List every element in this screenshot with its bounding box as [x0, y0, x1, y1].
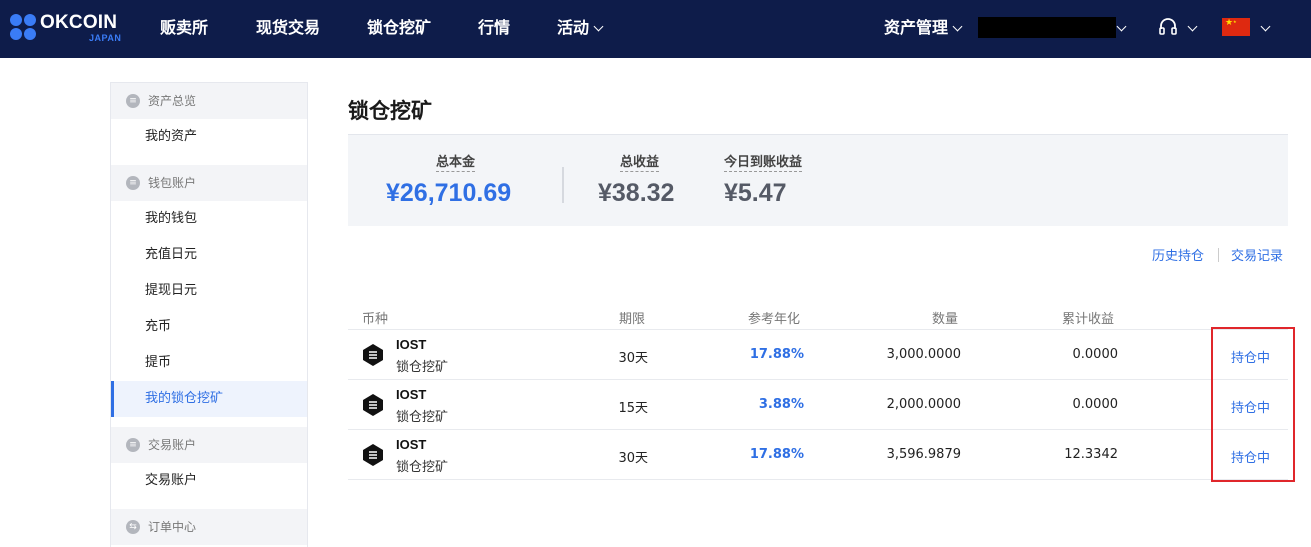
- total-principal-value: ¥26,710.69: [386, 179, 512, 207]
- apy-cell: 3.88%: [758, 397, 804, 412]
- earnings-cell: 12.3342: [1064, 447, 1118, 462]
- total-earnings-value: ¥38.32: [598, 179, 675, 207]
- logo-dots-icon: [10, 14, 38, 42]
- earnings-cell: 0.0000: [1072, 347, 1119, 362]
- amount-cell: 3,000.0000: [886, 347, 961, 362]
- product-name: 锁仓挖矿: [396, 460, 449, 475]
- account-sidebar: ≡ 资产总览 我的资产 ≡ 钱包账户 我的钱包 充值日元 提现日元 充币 提币 …: [110, 82, 308, 547]
- headset-icon[interactable]: [1158, 17, 1178, 37]
- sidebar-group-title: 钱包账户: [148, 176, 197, 190]
- sidebar-item-my-wallet[interactable]: 我的钱包: [111, 201, 307, 237]
- table-divider: [348, 479, 1288, 480]
- table-divider: [348, 329, 1288, 330]
- apy-cell: 17.88%: [749, 447, 804, 462]
- sidebar-item-trading-account[interactable]: 交易账户: [111, 463, 307, 499]
- nav-spot-trading[interactable]: 现货交易: [256, 16, 320, 40]
- earnings-cell: 0.0000: [1072, 397, 1119, 412]
- sidebar-group-title: 订单中心: [148, 520, 197, 534]
- term-cell: 30天: [618, 451, 648, 466]
- coin-name: IOST: [396, 437, 427, 452]
- chevron-down-icon: [1116, 21, 1127, 32]
- sidebar-group-orders: ⇆ 订单中心: [111, 509, 307, 545]
- column-header-apy: 参考年化: [748, 312, 801, 327]
- column-header-cumulative-earnings: 累计收益: [1062, 312, 1115, 327]
- top-navigation-bar: OKCOIN JAPAN 贩卖所 现货交易 锁仓挖矿 行情 活动 资产管理 ★ ★: [0, 0, 1311, 58]
- sidebar-item-deposit-jpy[interactable]: 充值日元: [111, 237, 307, 273]
- product-name: 锁仓挖矿: [396, 410, 449, 425]
- chevron-down-icon: [1187, 21, 1198, 32]
- account-dropdown[interactable]: [1112, 16, 1127, 40]
- column-header-term: 期限: [619, 312, 646, 327]
- sidebar-item-my-assets[interactable]: 我的资产: [111, 119, 307, 155]
- sidebar-item-my-lock-mining[interactable]: 我的锁仓挖矿: [111, 381, 307, 417]
- status-highlight-box: [1211, 327, 1295, 482]
- nav-asset-management[interactable]: 资产管理: [884, 16, 963, 40]
- language-dropdown[interactable]: [1256, 16, 1271, 40]
- sidebar-group-trading: ≡ 交易账户: [111, 427, 307, 463]
- nav-sales[interactable]: 贩卖所: [160, 16, 208, 40]
- coin-name: IOST: [396, 387, 427, 402]
- summary-divider: [562, 167, 564, 203]
- sidebar-group-wallet: ≡ 钱包账户: [111, 165, 307, 201]
- transaction-records-link[interactable]: 交易记录: [1231, 245, 1283, 264]
- column-header-amount: 数量: [932, 312, 959, 327]
- term-cell: 30天: [618, 351, 648, 366]
- product-name: 锁仓挖矿: [396, 360, 449, 375]
- sidebar-item-withdraw-jpy[interactable]: 提现日元: [111, 273, 307, 309]
- okcoin-logo[interactable]: OKCOIN JAPAN: [10, 12, 122, 46]
- china-flag-icon[interactable]: ★ ★: [1222, 18, 1250, 36]
- chevron-down-icon: [593, 21, 604, 32]
- sidebar-group-title: 资产总览: [148, 94, 197, 108]
- table-divider: [348, 379, 1288, 380]
- sidebar-item-deposit-crypto[interactable]: 充币: [111, 309, 307, 345]
- today-earnings-value: ¥5.47: [724, 179, 787, 207]
- amount-cell: 2,000.0000: [886, 397, 961, 412]
- nav-activities-label: 活动: [557, 18, 590, 37]
- total-earnings-label[interactable]: 总收益: [620, 155, 660, 172]
- sidebar-item-withdraw-crypto[interactable]: 提币: [111, 345, 307, 381]
- order-refresh-icon: ⇆: [126, 520, 140, 534]
- redacted-account-name[interactable]: [978, 17, 1116, 38]
- history-positions-link[interactable]: 历史持仓: [1152, 245, 1204, 264]
- iost-coin-icon: [363, 444, 383, 466]
- menu-list-icon: ≡: [126, 94, 140, 108]
- sidebar-group-title: 交易账户: [148, 438, 197, 452]
- nav-asset-management-label: 资产管理: [884, 18, 949, 37]
- chevron-down-icon: [952, 21, 963, 32]
- link-separator: [1218, 248, 1219, 262]
- chevron-down-icon: [1260, 21, 1271, 32]
- iost-coin-icon: [363, 394, 383, 416]
- nav-market[interactable]: 行情: [478, 16, 510, 40]
- table-divider: [348, 429, 1288, 430]
- menu-list-icon: ≡: [126, 438, 140, 452]
- nav-lock-mining[interactable]: 锁仓挖矿: [367, 16, 431, 40]
- term-cell: 15天: [618, 401, 648, 416]
- nav-activities[interactable]: 活动: [557, 16, 604, 40]
- logo-text: OKCOIN: [40, 12, 118, 33]
- summary-panel: 总本金 ¥26,710.69 总收益 ¥38.32 今日到账收益 ¥5.47: [348, 134, 1288, 226]
- today-earnings-label[interactable]: 今日到账收益: [724, 155, 803, 172]
- logo-subtext: JAPAN: [89, 33, 122, 43]
- page-title: 锁仓挖矿: [348, 99, 432, 123]
- iost-coin-icon: [363, 344, 383, 366]
- menu-list-icon: ≡: [126, 176, 140, 190]
- total-principal-label[interactable]: 总本金: [436, 155, 476, 172]
- amount-cell: 3,596.9879: [886, 447, 961, 462]
- column-header-coin: 币种: [362, 312, 389, 327]
- sidebar-group-overview: ≡ 资产总览: [111, 83, 307, 119]
- apy-cell: 17.88%: [749, 347, 804, 362]
- coin-name: IOST: [396, 337, 427, 352]
- support-dropdown[interactable]: [1183, 16, 1198, 40]
